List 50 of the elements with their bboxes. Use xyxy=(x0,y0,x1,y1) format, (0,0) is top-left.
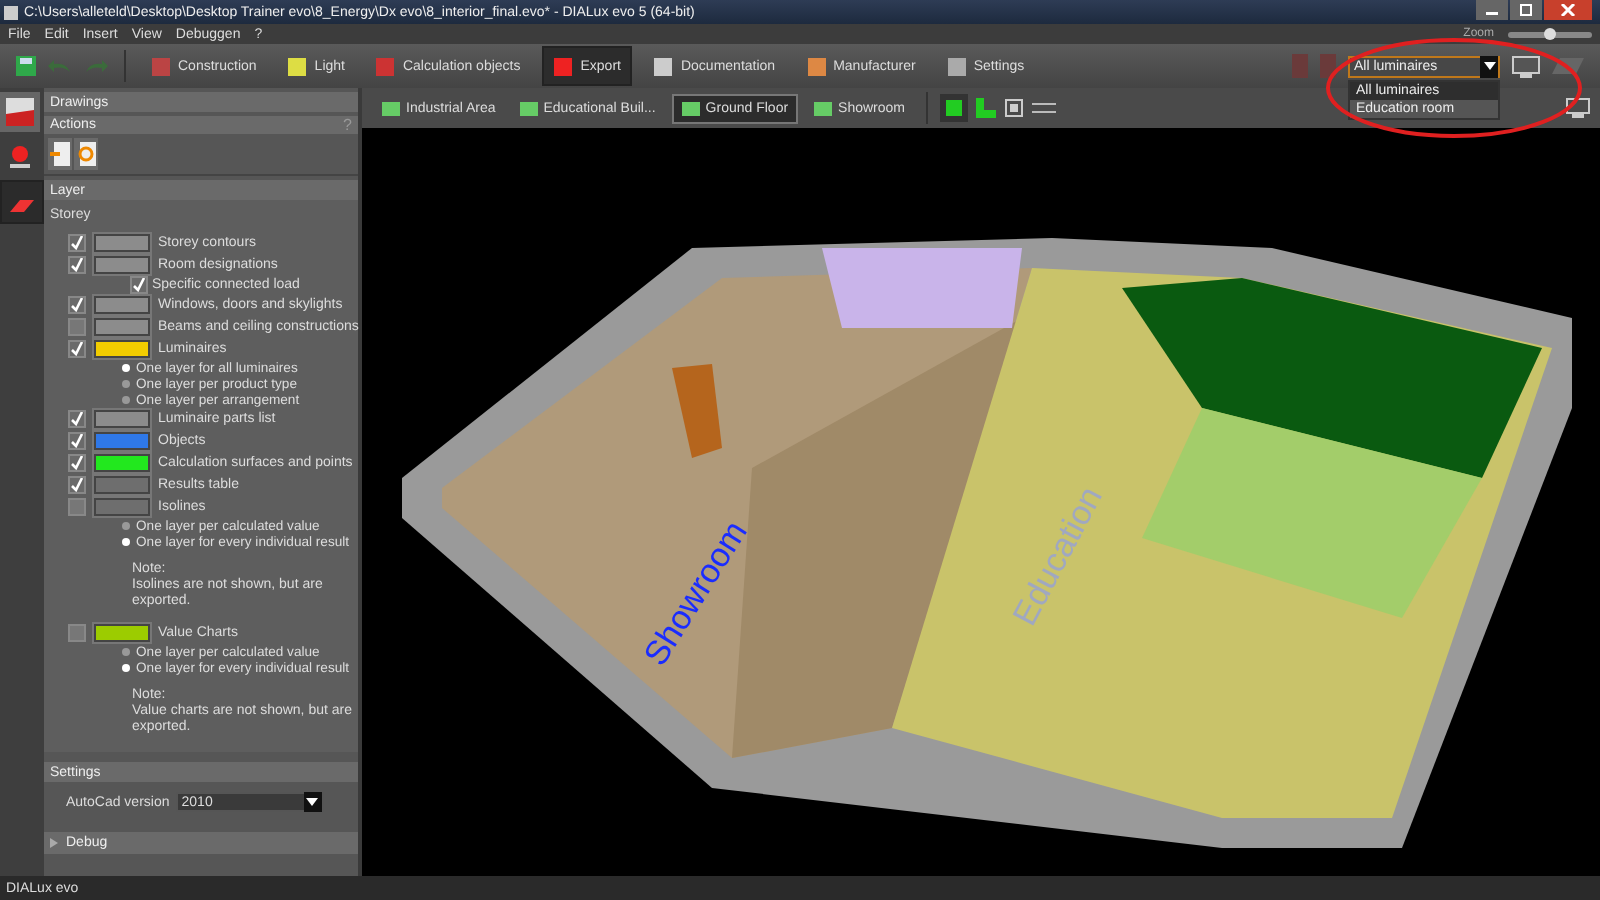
floor-plan-icon[interactable] xyxy=(975,98,996,118)
close-button[interactable] xyxy=(1544,0,1592,20)
layer-color-swatch[interactable] xyxy=(94,234,150,252)
layer-color-swatch[interactable] xyxy=(94,498,150,516)
layer-color-swatch[interactable] xyxy=(94,296,150,314)
layer-color-swatch[interactable] xyxy=(94,476,150,494)
maximize-button[interactable] xyxy=(1510,0,1542,20)
layer-color-swatch[interactable] xyxy=(94,318,150,336)
layer-checkbox[interactable] xyxy=(68,256,86,274)
export-icon[interactable] xyxy=(0,180,44,224)
cube-icon[interactable] xyxy=(939,94,968,122)
radio-button[interactable] xyxy=(122,380,130,388)
layer-color-swatch[interactable] xyxy=(94,624,150,642)
app-icon xyxy=(4,5,18,19)
radio-button[interactable] xyxy=(122,538,130,546)
caret-icon xyxy=(1483,62,1495,70)
fit-view-icon[interactable] xyxy=(1003,98,1024,118)
monitor-icon[interactable] xyxy=(1512,55,1540,77)
layer-color-swatch[interactable] xyxy=(94,410,150,428)
layer-color-swatch[interactable] xyxy=(94,432,150,450)
close-icon xyxy=(1560,4,1576,16)
layer-checkbox[interactable] xyxy=(68,498,86,516)
layer-color-swatch[interactable] xyxy=(94,340,150,358)
layer-color-swatch[interactable] xyxy=(94,256,150,274)
layer-checkbox[interactable] xyxy=(68,234,86,252)
layer-checkbox[interactable] xyxy=(68,410,86,428)
caret-icon xyxy=(306,798,319,806)
measure-icon[interactable] xyxy=(1031,100,1056,116)
radio-button[interactable] xyxy=(122,522,130,530)
layer-checkbox[interactable] xyxy=(68,476,86,494)
layer-color-swatch[interactable] xyxy=(94,454,150,472)
refresh-document-button[interactable] xyxy=(74,138,98,170)
zoom-slider[interactable] xyxy=(1508,31,1592,37)
expand-icon[interactable] xyxy=(50,838,58,848)
export-document-button[interactable] xyxy=(48,138,72,170)
minimize-button[interactable] xyxy=(1476,0,1508,20)
radio-button[interactable] xyxy=(122,396,130,404)
sub-checkbox[interactable] xyxy=(130,276,148,294)
layer-checkbox[interactable] xyxy=(68,454,86,472)
maximize-icon xyxy=(1518,4,1534,16)
monitor-icon[interactable] xyxy=(1566,98,1590,118)
radio-button[interactable] xyxy=(122,664,130,672)
layer-checkbox[interactable] xyxy=(68,296,86,314)
layer-checkbox[interactable] xyxy=(68,318,86,336)
layer-checkbox[interactable] xyxy=(68,340,86,358)
drawing-icon[interactable] xyxy=(0,92,40,132)
layer-checkbox[interactable] xyxy=(68,624,86,642)
radio-button[interactable] xyxy=(122,648,130,656)
layer-checkbox[interactable] xyxy=(68,432,86,450)
radio-button[interactable] xyxy=(122,364,130,372)
